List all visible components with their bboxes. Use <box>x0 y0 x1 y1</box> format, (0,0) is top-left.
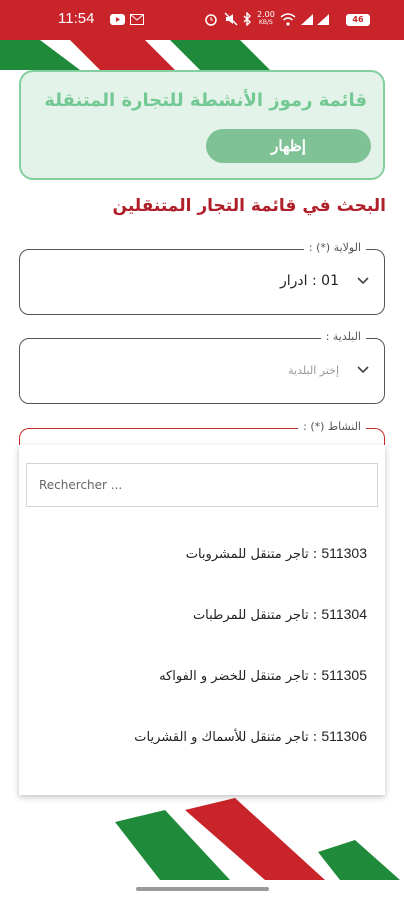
show-button[interactable]: إظهار <box>206 129 371 163</box>
top-decoration <box>0 40 270 70</box>
dropdown-search-field[interactable] <box>26 463 378 507</box>
chevron-down-icon <box>357 277 369 285</box>
signal-icon-2 <box>316 11 330 27</box>
option-code: 511306 <box>321 728 367 744</box>
option-label: تاجر متنقل للأسماك و القشريات <box>134 730 309 745</box>
wifi-icon <box>280 11 296 27</box>
status-time: 11:54 <box>58 10 95 27</box>
dropdown-option[interactable]: 511304 : تاجر متنقل للمرطبات <box>193 606 367 623</box>
data-speed-value: 2.00 <box>257 10 275 19</box>
commune-select[interactable]: البلدية : إختر البلدية <box>19 330 385 404</box>
battery-icon: 46 <box>346 12 370 28</box>
bluetooth-icon <box>242 11 252 27</box>
activity-label: النشاط (*) : <box>298 420 366 433</box>
alarm-icon <box>204 11 218 27</box>
youtube-icon <box>110 11 125 27</box>
mail-icon <box>130 11 144 27</box>
home-indicator[interactable] <box>136 887 269 891</box>
bottom-decoration <box>115 798 400 880</box>
dropdown-option[interactable]: 511306 : تاجر متنقل للأسماك و القشريات <box>134 728 367 745</box>
option-label: تاجر متنقل للمشروبات <box>185 547 309 562</box>
option-code: 511304 <box>321 606 367 622</box>
card-title: قائمة رموز الأنشطة للتجارة المتنقلة <box>44 90 367 111</box>
activity-dropdown: 511303 : تاجر متنقل للمشروبات 511304 : ت… <box>19 445 385 795</box>
option-label: تاجر متنقل للخضر و الفواكه <box>159 669 309 684</box>
wilaya-value: 01 : ادرار <box>280 273 339 289</box>
commune-placeholder: إختر البلدية <box>288 364 339 377</box>
dropdown-option[interactable]: 511303 : تاجر متنقل للمشروبات <box>186 545 367 562</box>
wilaya-select[interactable]: الولاية (*) : 01 : ادرار <box>19 241 385 315</box>
battery-level: 46 <box>346 14 370 26</box>
search-heading: البحث في قائمة التجار المتنقلين <box>112 196 386 216</box>
data-speed: 2.00 KB/S <box>257 11 275 27</box>
chevron-down-icon <box>357 366 369 374</box>
mute-icon <box>224 11 238 27</box>
wilaya-label: الولاية (*) : <box>303 241 366 254</box>
dropdown-search-input[interactable] <box>27 464 377 506</box>
signal-icon <box>300 11 314 27</box>
commune-label: البلدية : <box>320 330 366 343</box>
data-speed-unit: KB/S <box>258 19 273 26</box>
option-code: 511305 <box>321 667 367 683</box>
option-label: تاجر متنقل للمرطبات <box>192 608 309 623</box>
option-code: 511303 <box>321 545 367 561</box>
activity-codes-card: قائمة رموز الأنشطة للتجارة المتنقلة إظها… <box>19 70 385 180</box>
status-bar: 11:54 2.00 KB/S 46 <box>0 0 404 40</box>
dropdown-option[interactable]: 511305 : تاجر متنقل للخضر و الفواكه <box>159 667 367 684</box>
